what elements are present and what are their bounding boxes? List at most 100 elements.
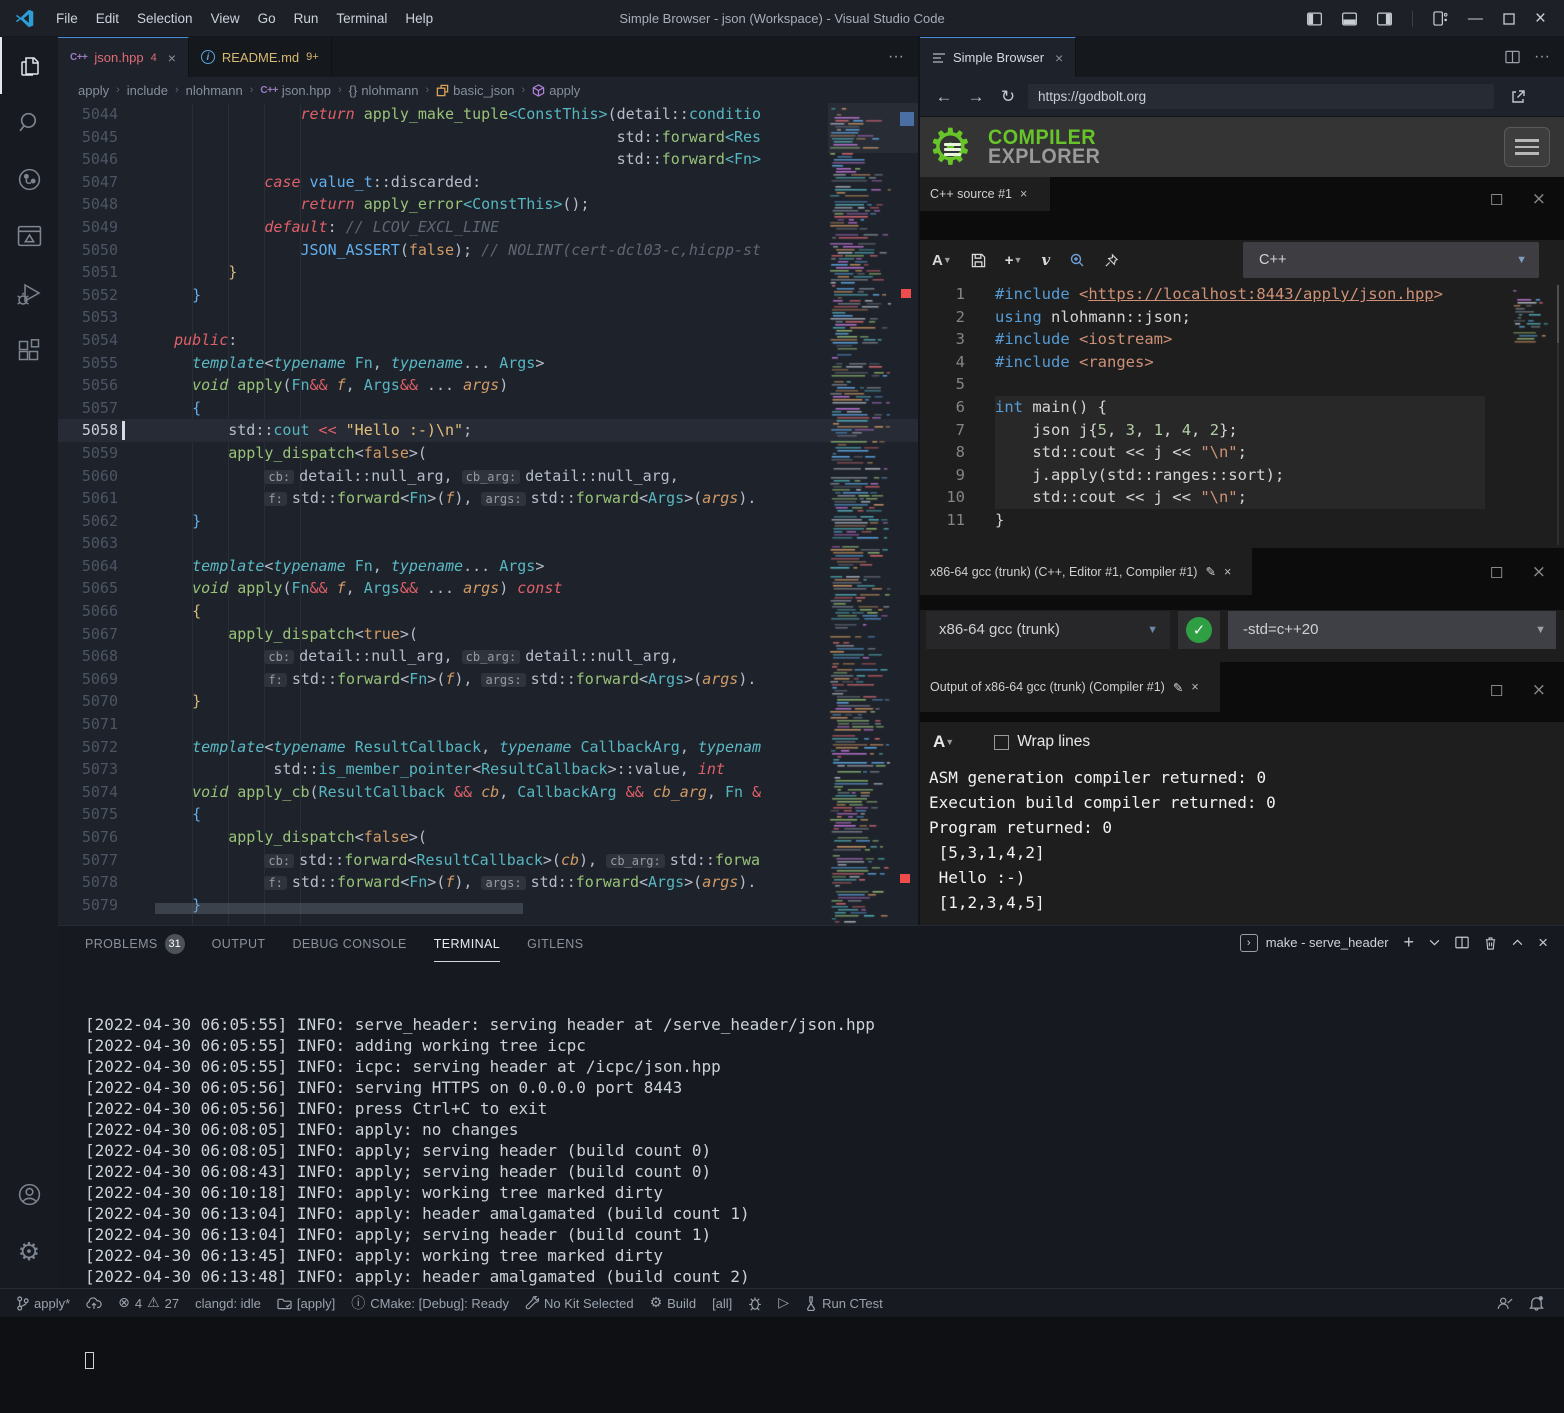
minimap-slider[interactable] [828, 103, 918, 153]
font-size-tool[interactable]: A▼ [933, 732, 954, 752]
launch-target-item[interactable]: ▷ [770, 1289, 797, 1318]
menu-run[interactable]: Run [285, 0, 328, 37]
new-terminal-icon[interactable]: + [1404, 932, 1415, 953]
kit-item[interactable]: No Kit Selected [517, 1289, 642, 1318]
terminal-dropdown-icon[interactable] [1429, 939, 1440, 946]
explorer-icon[interactable] [0, 37, 58, 94]
extensions-icon[interactable] [0, 322, 58, 379]
maximize-pane-icon[interactable]: ◻ [1490, 562, 1504, 582]
breadcrumb-item[interactable]: nlohmann [186, 83, 243, 98]
build-target-item[interactable]: [all] [704, 1289, 740, 1318]
tab-output[interactable]: OUTPUT [212, 926, 266, 962]
font-size-tool[interactable]: A▼ [932, 252, 952, 269]
menu-help[interactable]: Help [396, 0, 442, 37]
compiler-options-input[interactable]: -std=c++20▼ [1228, 611, 1556, 649]
breadcrumb-item[interactable]: apply [532, 83, 580, 98]
toggle-sidebar-icon[interactable] [1307, 12, 1322, 26]
reload-icon[interactable]: ↻ [992, 87, 1024, 107]
tab-json-hpp[interactable]: C++ json.hpp 4 × [58, 37, 189, 77]
ce-source-tab[interactable]: C++ source #1× [920, 177, 1050, 211]
language-select[interactable]: C++▼ [1243, 242, 1539, 278]
remote-explorer-icon[interactable] [0, 208, 58, 265]
account-icon[interactable] [0, 1166, 58, 1223]
horizontal-scrollbar[interactable] [155, 903, 523, 914]
breadcrumb-item[interactable]: C++json.hpp [260, 83, 331, 98]
source-control-icon[interactable] [0, 151, 58, 208]
wrap-lines-checkbox[interactable] [994, 735, 1009, 750]
breadcrumb-item[interactable]: apply [78, 83, 109, 98]
cmake-status-item[interactable]: ⓘ CMake: [Debug]: Ready [343, 1289, 517, 1318]
hamburger-menu-icon[interactable] [1504, 127, 1550, 167]
minimap[interactable] [828, 103, 892, 925]
menu-edit[interactable]: Edit [87, 0, 128, 37]
close-tab-icon[interactable]: × [168, 50, 176, 66]
close-window-button[interactable]: × [1535, 8, 1546, 30]
run-debug-icon[interactable] [0, 265, 58, 322]
ce-source-editor[interactable]: 1#include <https://localhost:8443/apply/… [920, 283, 1564, 546]
close-icon[interactable]: × [1191, 680, 1198, 694]
save-icon[interactable] [971, 253, 986, 268]
split-terminal-icon[interactable] [1455, 936, 1469, 949]
ce-scrollbar[interactable] [1557, 285, 1559, 545]
settings-gear-icon[interactable]: ⚙ [0, 1223, 58, 1280]
terminal-instance[interactable]: › make - serve_header [1240, 934, 1389, 952]
pin-icon[interactable] [1104, 253, 1119, 268]
ctest-item[interactable]: Run CTest [797, 1289, 891, 1318]
browser-more-actions-icon[interactable]: ··· [1534, 48, 1550, 66]
tab-terminal[interactable]: TERMINAL [434, 926, 500, 962]
editor-more-actions-icon[interactable]: ··· [888, 48, 904, 66]
breadcrumb-item[interactable]: include [127, 83, 168, 98]
close-panel-icon[interactable]: × [1538, 933, 1548, 953]
back-icon[interactable]: ← [928, 87, 960, 107]
code-editor[interactable]: 5044 return apply_make_tuple<ConstThis>(… [58, 103, 918, 925]
split-editor-icon[interactable] [1505, 50, 1520, 64]
forward-icon[interactable]: → [960, 87, 992, 107]
toggle-panel-icon[interactable] [1342, 12, 1357, 26]
maximize-panel-icon[interactable] [1512, 939, 1523, 946]
close-tab-icon[interactable]: × [1055, 50, 1063, 66]
rename-pane-icon[interactable]: ✎ [1173, 680, 1183, 695]
menu-selection[interactable]: Selection [128, 0, 202, 37]
toggle-secondary-sidebar-icon[interactable] [1377, 12, 1392, 26]
debug-target-item[interactable] [740, 1289, 770, 1318]
ce-compiler-tab[interactable]: x86-64 gcc (trunk) (C++, Editor #1, Comp… [920, 548, 1252, 595]
customize-layout-icon[interactable] [1433, 11, 1448, 26]
vim-mode-icon[interactable]: v [1041, 251, 1050, 269]
rename-pane-icon[interactable]: ✎ [1205, 564, 1215, 579]
feedback-person-item[interactable] [1489, 1289, 1521, 1318]
menu-go[interactable]: Go [249, 0, 285, 37]
cmake-project-item[interactable]: [apply] [269, 1289, 343, 1318]
menu-view[interactable]: View [202, 0, 249, 37]
kill-terminal-icon[interactable] [1484, 936, 1497, 950]
tab-gitlens[interactable]: GITLENS [527, 926, 583, 962]
tab-simple-browser[interactable]: Simple Browser × [920, 37, 1076, 77]
tab-debug-console[interactable]: DEBUG CONSOLE [292, 926, 406, 962]
tab-problems[interactable]: PROBLEMS31 [85, 926, 185, 962]
ce-output-tab[interactable]: Output of x86-64 gcc (trunk) (Compiler #… [920, 662, 1220, 712]
breadcrumb-item[interactable]: basic_json [436, 83, 514, 98]
compiler-select[interactable]: x86-64 gcc (trunk)▼ [926, 611, 1170, 649]
menu-file[interactable]: File [47, 0, 87, 37]
tab-readme-md[interactable]: i README.md 9+ [189, 37, 332, 77]
menu-terminal[interactable]: Terminal [327, 0, 396, 37]
build-item[interactable]: ⚙ Build [642, 1289, 704, 1318]
search-icon[interactable] [0, 94, 58, 151]
url-input[interactable]: https://godbolt.org [1028, 84, 1494, 109]
maximize-pane-icon[interactable]: ◻ [1490, 680, 1504, 700]
close-icon[interactable]: × [1020, 187, 1027, 201]
problems-item[interactable]: ⊗4 ⚠27 [110, 1289, 187, 1318]
close-icon[interactable]: × [1224, 565, 1231, 579]
close-pane-icon[interactable]: × [1532, 680, 1546, 700]
zoom-search-icon[interactable] [1069, 252, 1085, 268]
terminal-output[interactable]: [2022-04-30 06:05:55] INFO: serve_header… [85, 972, 1554, 1284]
sync-changes-item[interactable] [78, 1289, 110, 1318]
open-external-icon[interactable] [1510, 89, 1526, 105]
close-pane-icon[interactable]: × [1532, 562, 1546, 582]
minimize-button[interactable]: — [1468, 10, 1483, 27]
maximize-pane-icon[interactable]: ◻ [1490, 189, 1504, 209]
git-branch-item[interactable]: apply* [8, 1289, 78, 1318]
maximize-button[interactable] [1503, 13, 1515, 25]
close-pane-icon[interactable]: × [1532, 189, 1546, 209]
clangd-status-item[interactable]: clangd: idle [187, 1289, 269, 1318]
breadcrumb-item[interactable]: {}nlohmann [349, 83, 419, 98]
